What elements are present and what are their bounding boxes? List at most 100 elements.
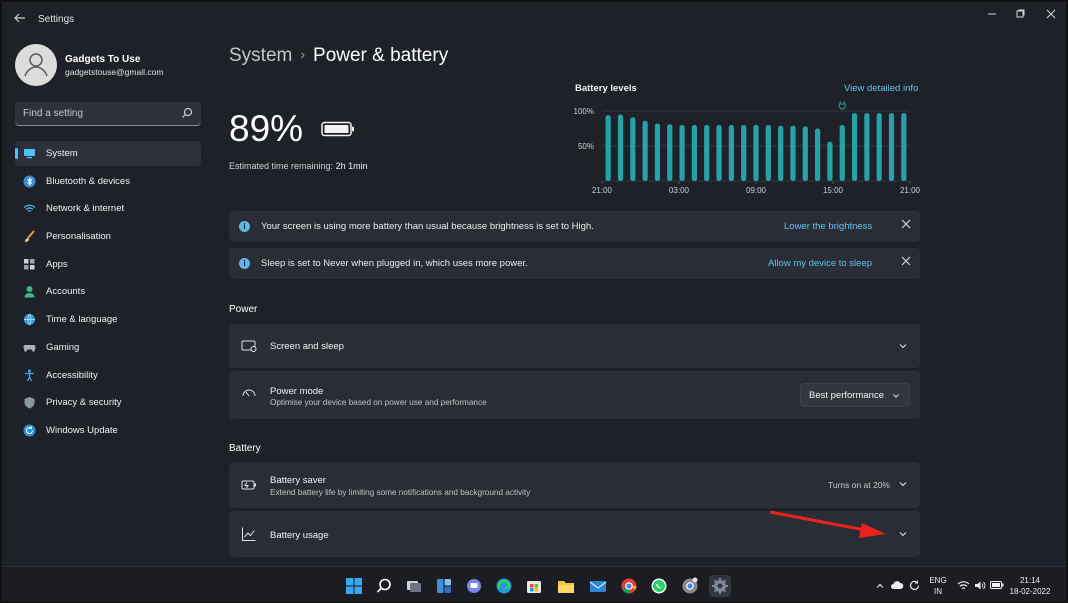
red-arrow-annotation bbox=[769, 510, 886, 538]
allow-sleep-link[interactable]: Allow my device to sleep bbox=[768, 258, 872, 269]
file-explorer-icon[interactable] bbox=[555, 575, 577, 597]
mail-icon[interactable] bbox=[587, 575, 609, 597]
store-icon[interactable] bbox=[523, 575, 545, 597]
sidebar-item-system[interactable]: System bbox=[15, 141, 201, 166]
system-icon bbox=[24, 149, 35, 159]
sidebar-item-label: Accessibility bbox=[46, 369, 98, 381]
view-detailed-info-link[interactable]: View detailed info bbox=[844, 83, 918, 94]
widgets-icon[interactable] bbox=[433, 575, 455, 597]
battery-level-bar bbox=[654, 123, 661, 181]
task-view-icon[interactable] bbox=[403, 575, 425, 597]
sidebar-item-windows-update[interactable]: Windows Update bbox=[15, 418, 201, 443]
x-tick-label: 15:00 bbox=[823, 186, 844, 195]
battery-icon bbox=[321, 121, 354, 137]
chrome-canary-icon[interactable] bbox=[679, 575, 701, 597]
sidebar-item-accounts[interactable]: Accounts bbox=[15, 279, 201, 304]
sidebar-item-gaming[interactable]: Gaming bbox=[15, 335, 201, 360]
settings-icon[interactable] bbox=[709, 575, 731, 597]
sidebar-item-label: Windows Update bbox=[46, 424, 118, 436]
power-mode-title: Power mode bbox=[270, 386, 324, 397]
minimize-button[interactable] bbox=[977, 8, 1007, 24]
taskbar: ENG IN 21:14 18-02-2022 bbox=[2, 566, 1066, 601]
estimated-time-value: 2h 1min bbox=[335, 161, 368, 171]
y-tick-label: 50% bbox=[578, 142, 594, 151]
info-icon: i bbox=[239, 221, 250, 232]
close-icon[interactable] bbox=[900, 219, 912, 231]
update-icon bbox=[23, 424, 36, 437]
battery-tray-icon[interactable] bbox=[990, 580, 1004, 590]
battery-level-bar bbox=[691, 125, 697, 181]
wifi-icon[interactable] bbox=[957, 580, 970, 591]
sidebar-item-accessibility[interactable]: Accessibility bbox=[15, 363, 201, 388]
battery-level-bar bbox=[839, 125, 845, 181]
screen-and-sleep-title: Screen and sleep bbox=[270, 341, 344, 352]
sidebar-item-apps[interactable]: Apps bbox=[15, 252, 201, 277]
sync-icon[interactable] bbox=[908, 579, 921, 592]
battery-level-bar bbox=[790, 125, 796, 181]
battery-level-bar bbox=[728, 125, 734, 181]
battery-level-bar bbox=[864, 113, 870, 181]
sidebar-item-label: Apps bbox=[46, 258, 68, 270]
close-button[interactable] bbox=[1036, 8, 1066, 24]
sidebar-item-label: Personalisation bbox=[46, 231, 111, 243]
battery-levels-chart: 100% 50% 21:00 03:00 09:00 15:00 21:00 bbox=[574, 101, 921, 195]
battery-level-bar bbox=[851, 113, 858, 181]
language-indicator[interactable]: ENG IN bbox=[928, 576, 948, 596]
teams-chat-icon[interactable] bbox=[463, 575, 485, 597]
battery-level-bar bbox=[642, 120, 648, 181]
page-title: Power & battery bbox=[313, 45, 449, 66]
chrome-icon[interactable] bbox=[618, 575, 640, 597]
sidebar: Gadgets To Use gadgetstouse@gmail.com Fi… bbox=[2, 36, 212, 566]
power-mode-icon bbox=[242, 389, 256, 397]
globe-clock-icon bbox=[24, 313, 35, 326]
estimated-time: Estimated time remaining: 2h 1min bbox=[229, 161, 368, 171]
active-indicator bbox=[15, 148, 18, 159]
sidebar-item-time-language[interactable]: Time & language bbox=[15, 307, 201, 332]
battery-level-bar bbox=[679, 125, 685, 181]
battery-saver-status: Turns on at 20% bbox=[827, 480, 890, 490]
search-input[interactable]: Find a setting bbox=[15, 102, 201, 126]
clock[interactable]: 21:14 18-02-2022 bbox=[1007, 576, 1053, 596]
y-tick-label: 100% bbox=[574, 107, 594, 116]
chevron-up-icon[interactable] bbox=[875, 581, 885, 591]
close-icon[interactable] bbox=[900, 256, 912, 268]
volume-icon[interactable] bbox=[974, 580, 986, 591]
maximize-button[interactable] bbox=[1005, 8, 1035, 24]
edge-icon[interactable] bbox=[493, 575, 515, 597]
bluetooth-icon bbox=[23, 175, 36, 188]
screen-and-sleep-row[interactable]: Screen and sleep bbox=[229, 324, 920, 368]
x-tick-label: 03:00 bbox=[669, 186, 690, 195]
battery-saver-row[interactable]: Battery saver Extend battery life by lim… bbox=[229, 462, 920, 508]
sidebar-item-label: Privacy & security bbox=[46, 397, 122, 409]
cloud-icon[interactable] bbox=[890, 579, 904, 591]
sidebar-item-bluetooth[interactable]: Bluetooth & devices bbox=[15, 169, 201, 194]
battery-saver-title: Battery saver bbox=[270, 475, 326, 486]
breadcrumb-parent[interactable]: System bbox=[229, 45, 292, 66]
sidebar-item-personalisation[interactable]: Personalisation bbox=[15, 224, 201, 249]
lower-brightness-link[interactable]: Lower the brightness bbox=[784, 221, 872, 232]
chevron-down-icon[interactable] bbox=[898, 529, 908, 539]
power-mode-value: Best performance bbox=[809, 390, 884, 401]
clock-date: 18-02-2022 bbox=[1009, 587, 1051, 596]
person-icon bbox=[24, 286, 35, 298]
sidebar-item-privacy[interactable]: Privacy & security bbox=[15, 390, 201, 415]
power-mode-dropdown[interactable]: Best performance bbox=[800, 383, 910, 407]
language-code: ENG bbox=[929, 576, 947, 585]
sidebar-item-label: Time & language bbox=[46, 314, 118, 326]
screen-sleep-icon bbox=[241, 340, 257, 352]
x-tick-label: 21:00 bbox=[900, 186, 921, 195]
chevron-down-icon[interactable] bbox=[898, 341, 908, 351]
chevron-down-icon[interactable] bbox=[898, 479, 908, 489]
shield-icon bbox=[24, 397, 35, 409]
battery-level-bar bbox=[888, 113, 895, 181]
back-arrow-icon[interactable] bbox=[12, 11, 28, 27]
whatsapp-icon[interactable] bbox=[648, 575, 670, 597]
plug-icon bbox=[838, 101, 846, 110]
avatar[interactable] bbox=[15, 44, 57, 86]
brightness-notice: i Your screen is using more battery than… bbox=[229, 211, 920, 242]
sidebar-item-label: Bluetooth & devices bbox=[46, 175, 130, 187]
info-icon: i bbox=[239, 258, 250, 269]
sidebar-item-network[interactable]: Network & internet bbox=[15, 196, 201, 221]
search-icon[interactable] bbox=[373, 575, 395, 597]
start-icon[interactable] bbox=[343, 575, 365, 597]
